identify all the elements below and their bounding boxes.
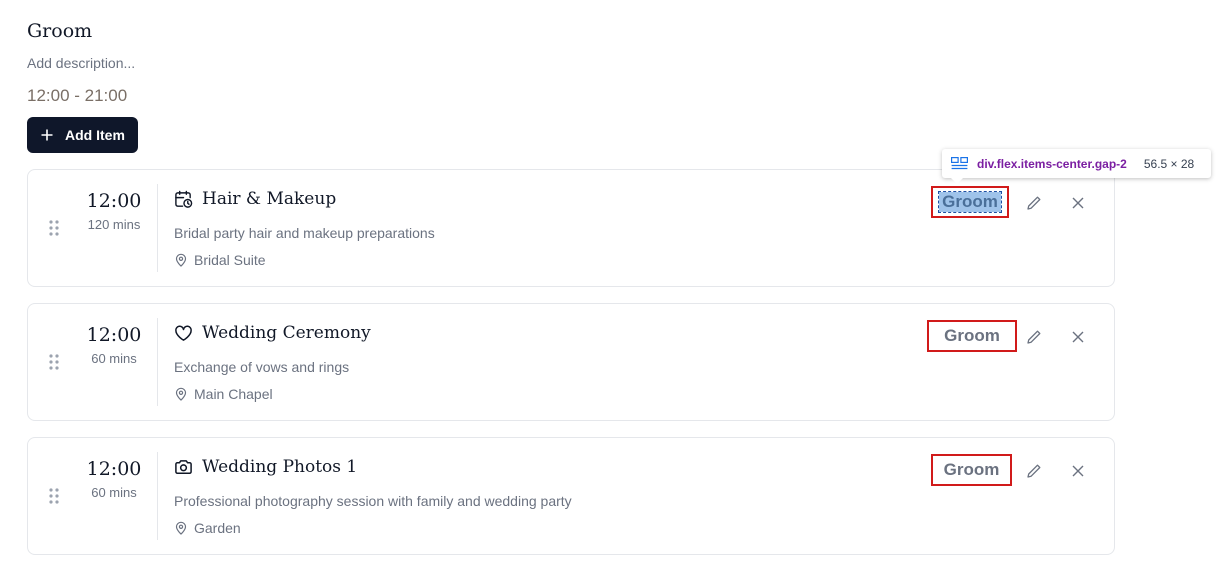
tooltip-size: 56.5 × 28: [1143, 156, 1195, 171]
item-title: Wedding Ceremony: [202, 323, 371, 343]
page-title: Groom: [27, 20, 93, 42]
divider: [157, 184, 158, 272]
description-field[interactable]: Add description...: [27, 55, 135, 71]
close-icon[interactable]: [1072, 465, 1084, 477]
flex-layout-icon: [951, 157, 968, 170]
schedule-item-card: 12:00 60 mins Wedding Photos 1 Professio…: [27, 437, 1115, 555]
tooltip-selector: div.flex.items-center.gap-2: [977, 156, 1127, 171]
tag-label: Groom: [938, 191, 1002, 213]
item-location: Garden: [194, 520, 241, 536]
schedule-item-card: 12:00 60 mins Wedding Ceremony Exchange …: [27, 303, 1115, 421]
divider: [157, 452, 158, 540]
item-time: 12:00: [86, 458, 142, 480]
close-icon[interactable]: [1072, 331, 1084, 343]
item-title: Wedding Photos 1: [202, 457, 358, 477]
close-icon[interactable]: [1072, 197, 1084, 209]
tag-badge[interactable]: Groom: [931, 454, 1012, 486]
camera-icon: [175, 459, 192, 474]
item-duration: 60 mins: [91, 485, 137, 500]
drag-handle-icon[interactable]: [49, 488, 59, 504]
item-duration: 120 mins: [87, 217, 141, 232]
heart-icon: [175, 325, 192, 341]
item-duration: 60 mins: [91, 351, 137, 366]
pencil-icon[interactable]: [1026, 195, 1042, 211]
add-item-label: Add Item: [65, 127, 125, 143]
item-location: Main Chapel: [194, 386, 273, 402]
divider: [157, 318, 158, 406]
add-item-button[interactable]: Add Item: [27, 117, 138, 153]
tag-badge[interactable]: Groom: [931, 186, 1009, 218]
calendar-clock-icon: [175, 190, 193, 208]
item-title: Hair & Makeup: [202, 189, 337, 209]
time-range: 12:00 - 21:00: [27, 86, 128, 105]
item-time: 12:00: [86, 190, 142, 212]
plus-icon: [41, 129, 53, 141]
drag-handle-icon[interactable]: [49, 220, 59, 236]
item-description: Exchange of vows and rings: [174, 359, 350, 375]
drag-handle-icon[interactable]: [49, 354, 59, 370]
schedule-item-card: 12:00 120 mins Hair & Makeup Bridal part…: [27, 169, 1115, 287]
item-description: Bridal party hair and makeup preparation…: [174, 225, 435, 241]
map-pin-icon: [175, 387, 187, 401]
item-time: 12:00: [86, 324, 142, 346]
map-pin-icon: [175, 253, 187, 267]
item-description: Professional photography session with fa…: [174, 493, 572, 509]
item-location: Bridal Suite: [194, 252, 266, 268]
pencil-icon[interactable]: [1026, 463, 1042, 479]
inspector-tooltip: div.flex.items-center.gap-2 56.5 × 28: [942, 149, 1211, 184]
pencil-icon[interactable]: [1026, 329, 1042, 345]
map-pin-icon: [175, 521, 187, 535]
tag-label: Groom: [943, 460, 1000, 479]
tag-badge[interactable]: Groom: [927, 320, 1017, 352]
tag-label: Groom: [944, 326, 1000, 345]
